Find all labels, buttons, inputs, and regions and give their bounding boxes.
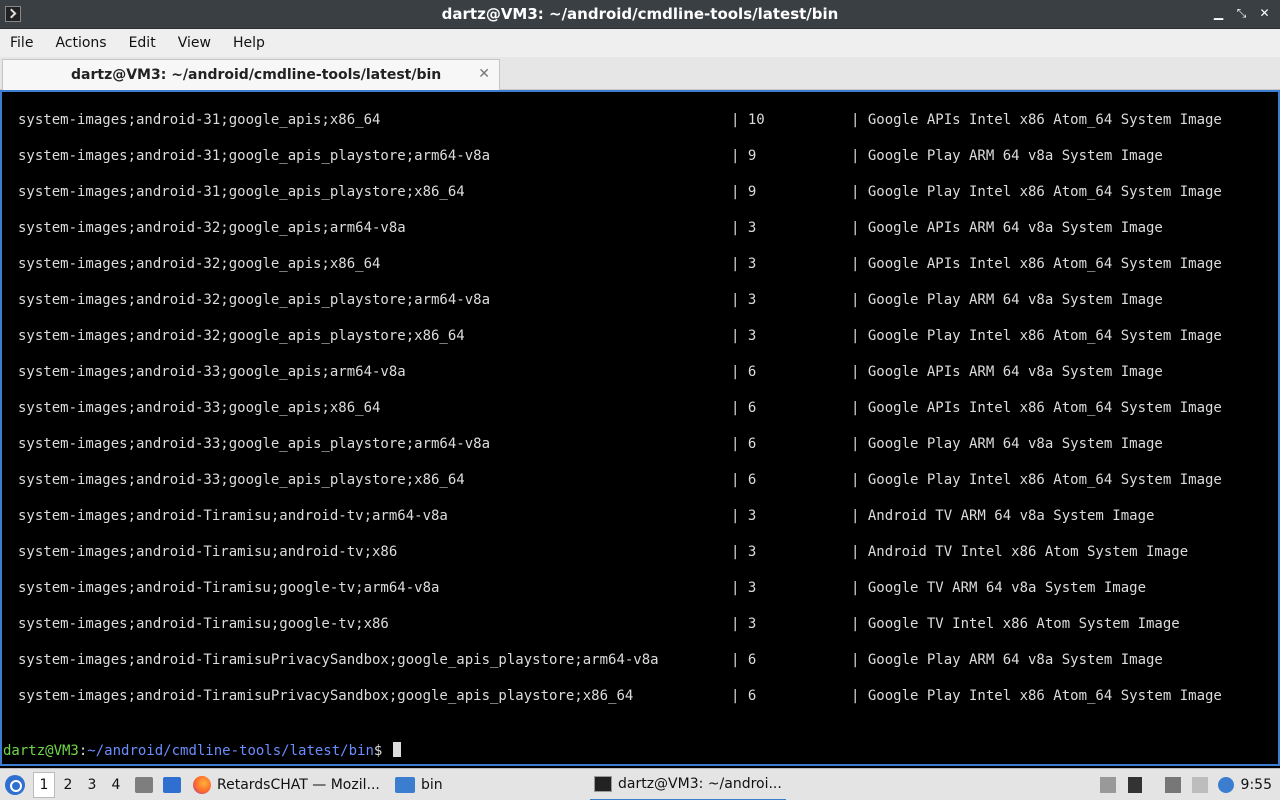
package-description: | Google Play Intel x86 Atom_64 System I… [851,472,1222,488]
package-path: system-images;android-31;google_apis_pla… [18,148,491,164]
package-description: | Google Play ARM 64 v8a System Image [851,148,1163,164]
close-icon[interactable]: ✕ [1259,6,1270,21]
package-description: | Google Play ARM 64 v8a System Image [851,436,1163,452]
package-description: | Google Play Intel x86 Atom_64 System I… [851,688,1222,704]
package-version: | 6 [731,364,757,380]
package-description: | Google Play Intel x86 Atom_64 System I… [851,328,1222,344]
volume-icon[interactable] [1128,777,1142,793]
package-path: system-images;android-Tiramisu;google-tv… [18,616,389,632]
show-desktop-icon[interactable] [163,777,181,793]
menu-file[interactable]: File [10,35,43,51]
firefox-icon [193,776,211,794]
package-version: | 3 [731,616,757,632]
package-path: system-images;android-TiramisuPrivacySan… [18,652,659,668]
workspace-1[interactable]: 1 [33,772,55,798]
package-description: | Google Play Intel x86 Atom_64 System I… [851,184,1222,200]
menu-actions[interactable]: Actions [55,35,116,51]
prompt-dollar: $ [373,743,391,759]
tab-close-icon[interactable]: ✕ [478,66,490,82]
package-path: system-images;android-33;google_apis_pla… [18,472,465,488]
package-version: | 6 [731,472,757,488]
window-titlebar[interactable]: dartz@VM3: ~/android/cmdline-tools/lates… [0,0,1280,29]
package-path: system-images;android-33;google_apis;arm… [18,364,406,380]
package-path: system-images;android-33;google_apis_pla… [18,436,491,452]
menu-bar: File Actions Edit View Help [0,29,1280,57]
package-version: | 6 [731,436,757,452]
window-title: dartz@VM3: ~/android/cmdline-tools/lates… [441,5,839,23]
task-terminal[interactable]: dartz@VM3: ~/androi... [590,769,786,800]
package-version: | 3 [731,508,757,524]
package-version: | 3 [731,328,757,344]
text-cursor [392,742,401,757]
file-manager-launcher-icon[interactable] [135,777,153,793]
notification-icon[interactable] [1218,777,1234,793]
maximize-icon[interactable]: ⤡ [1236,6,1247,21]
package-description: | Android TV Intel x86 Atom System Image [851,544,1189,560]
window-controls: ▁ ⤡ ✕ [1213,6,1270,21]
workspace-2[interactable]: 2 [57,769,79,800]
package-version: | 9 [731,148,757,164]
tab-terminal[interactable]: dartz@VM3: ~/android/cmdline-tools/lates… [2,59,500,90]
clipboard-icon[interactable] [1192,777,1208,793]
package-description: | Google Play ARM 64 v8a System Image [851,652,1163,668]
package-version: | 10 [731,112,765,128]
package-description: | Google APIs ARM 64 v8a System Image [851,220,1163,236]
package-version: | 3 [731,580,757,596]
package-path: system-images;android-TiramisuPrivacySan… [18,688,634,704]
package-path: system-images;android-Tiramisu;android-t… [18,508,448,524]
workspace-4[interactable]: 4 [105,769,127,800]
package-path: system-images;android-32;google_apis_pla… [18,328,465,344]
start-menu-icon [5,775,25,795]
prompt-user: dartz@VM3 [3,743,79,759]
menu-help[interactable]: Help [233,35,275,51]
tray-updates-icon[interactable] [1100,777,1116,793]
network-icon[interactable] [1165,777,1181,793]
package-description: | Android TV ARM 64 v8a System Image [851,508,1155,524]
package-version: | 3 [731,256,757,272]
tab-label: dartz@VM3: ~/android/cmdline-tools/lates… [71,67,442,83]
tab-bar: dartz@VM3: ~/android/cmdline-tools/lates… [0,57,1280,90]
package-path: system-images;android-Tiramisu;google-tv… [18,580,440,596]
terminal-icon [594,776,612,792]
package-path: system-images;android-32;google_apis;arm… [18,220,406,236]
package-version: | 9 [731,184,757,200]
menu-view[interactable]: View [178,35,221,51]
task-label: dartz@VM3: ~/androi... [618,776,782,792]
package-path: system-images;android-32;google_apis;x86… [18,256,381,272]
task-label: RetardsCHAT — Mozil... [217,777,380,793]
task-label: bin [421,777,443,793]
package-description: | Google TV Intel x86 Atom System Image [851,616,1180,632]
taskbar: 1 2 3 4 RetardsCHAT — Mozil... bin dartz… [0,768,1280,800]
package-path: system-images;android-31;google_apis;x86… [18,112,381,128]
package-path: system-images;android-32;google_apis_pla… [18,292,491,308]
task-file-manager[interactable]: bin [395,769,443,800]
package-description: | Google APIs Intel x86 Atom_64 System I… [851,256,1222,272]
package-version: | 6 [731,400,757,416]
package-version: | 6 [731,652,757,668]
workspace-3[interactable]: 3 [81,769,103,800]
package-description: | Google APIs ARM 64 v8a System Image [851,364,1163,380]
package-version: | 3 [731,544,757,560]
task-firefox[interactable]: RetardsCHAT — Mozil... [193,769,380,800]
menu-edit[interactable]: Edit [129,35,166,51]
package-version: | 6 [731,688,757,704]
package-description: | Google APIs Intel x86 Atom_64 System I… [851,400,1222,416]
clock[interactable]: 9:55 [1241,769,1272,800]
package-path: system-images;android-33;google_apis;x86… [18,400,381,416]
package-description: | Google Play ARM 64 v8a System Image [851,292,1163,308]
package-description: | Google TV ARM 64 v8a System Image [851,580,1147,596]
package-version: | 3 [731,220,757,236]
shell-prompt: dartz@VM3:~/android/cmdline-tools/latest… [3,742,401,759]
folder-icon [395,777,415,793]
package-description: | Google APIs Intel x86 Atom_64 System I… [851,112,1222,128]
start-menu-button[interactable] [5,769,27,800]
package-version: | 3 [731,292,757,308]
terminal-area[interactable]: system-images;android-31;google_apis;x86… [0,90,1280,766]
minimize-icon[interactable]: ▁ [1213,6,1224,21]
prompt-path: ~/android/cmdline-tools/latest/bin [87,743,374,759]
package-path: system-images;android-31;google_apis_pla… [18,184,465,200]
package-path: system-images;android-Tiramisu;android-t… [18,544,398,560]
